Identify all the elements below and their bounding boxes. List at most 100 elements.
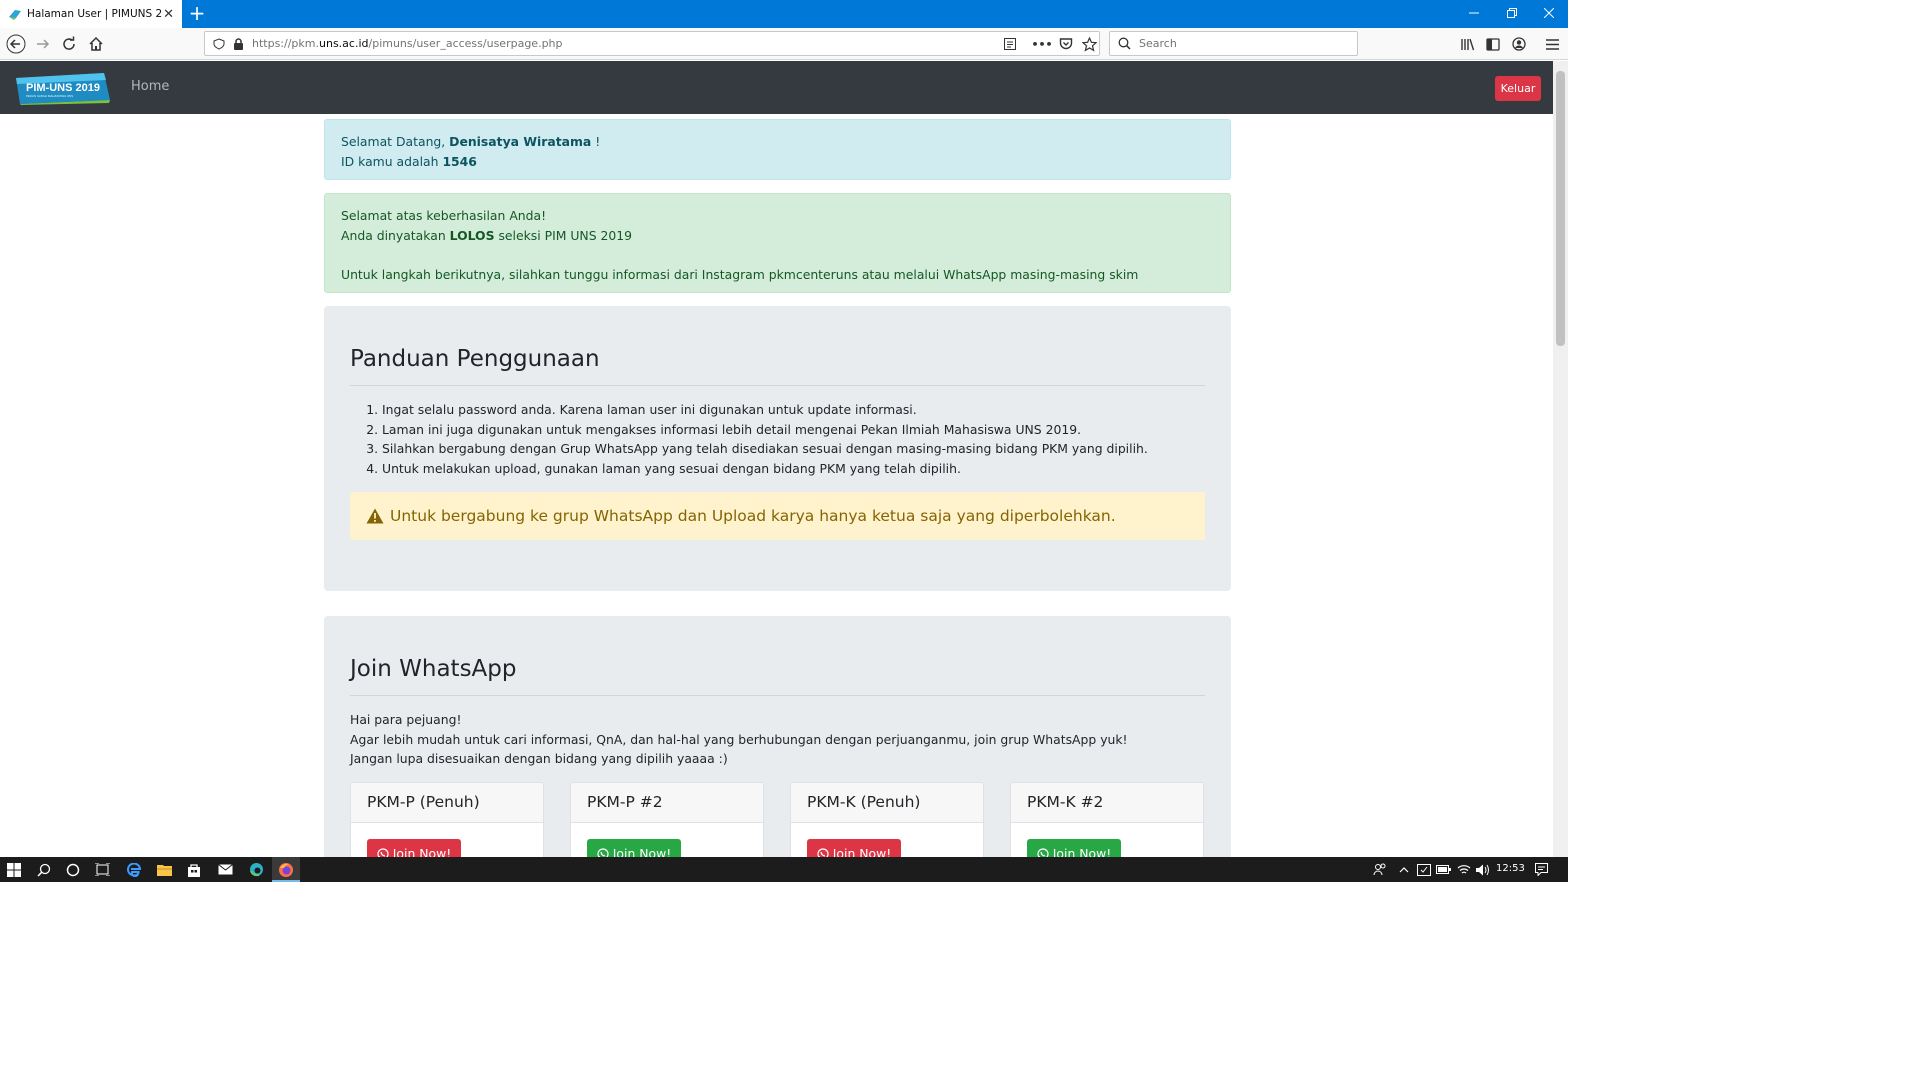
whatsapp-icon: [817, 847, 829, 857]
lock-icon[interactable]: [233, 37, 244, 50]
wifi-icon[interactable]: [1454, 860, 1474, 879]
battery-icon[interactable]: [1433, 860, 1453, 879]
join-now-button[interactable]: Join Now!: [1027, 838, 1121, 857]
people-icon[interactable]: [1370, 860, 1390, 879]
scrollbar-thumb[interactable]: [1556, 71, 1565, 346]
page-scrollbar[interactable]: [1553, 61, 1568, 857]
search-input[interactable]: Search: [1109, 31, 1358, 56]
group-card: PKM-P #2 Join Now!: [570, 781, 764, 857]
logout-button[interactable]: Keluar: [1495, 76, 1541, 101]
nav-home-link[interactable]: Home: [131, 79, 169, 94]
success-line-2: Anda dinyatakan LOLOS seleksi PIM UNS 20…: [341, 226, 1214, 246]
id-line: ID kamu adalah 1546: [341, 152, 1214, 172]
svg-text:PEKAN ILMIAH MAHASISWA UNS: PEKAN ILMIAH MAHASISWA UNS: [26, 94, 73, 98]
new-tab-button[interactable]: +: [186, 2, 208, 26]
success-line-2-prefix: Anda dinyatakan: [341, 227, 450, 243]
card-title: PKM-P (Penuh): [351, 782, 543, 823]
join-label: Join Now!: [832, 846, 892, 857]
success-alert: Selamat atas keberhasilan Anda! Anda din…: [324, 193, 1231, 293]
join-label: Join Now!: [612, 846, 672, 857]
intro-line: Agar lebih mudah untuk cari informasi, Q…: [350, 731, 1128, 747]
guide-title: Panduan Penggunaan: [350, 306, 1205, 386]
minimize-icon[interactable]: [1455, 0, 1493, 28]
shield-icon[interactable]: [213, 37, 225, 50]
url-host: uns.ac.id: [319, 37, 369, 50]
whatsapp-cards: PKM-P (Penuh) Join Now! PKM-P #2 Join No…: [350, 781, 1205, 857]
url-prefix: https://pkm.: [252, 37, 319, 50]
tablet-mode-icon[interactable]: [1414, 860, 1434, 879]
whatsapp-title: Join WhatsApp: [350, 616, 1205, 696]
whatsapp-section: Join WhatsApp Hai para pejuang! Agar leb…: [324, 616, 1231, 857]
warning-alert: Untuk bergabung ke grup WhatsApp dan Upl…: [350, 492, 1205, 540]
close-window-icon[interactable]: [1530, 0, 1568, 28]
browser-toolbar: https://pkm. uns.ac.id/pimuns/user_access…: [0, 28, 1568, 60]
search-placeholder: Search: [1139, 37, 1177, 50]
guide-item: Ingat selalu password anda. Karena laman…: [382, 400, 1205, 420]
greeting-suffix: !: [591, 134, 601, 149]
group-card: PKM-K #2 Join Now!: [1010, 781, 1204, 857]
windows-start-icon[interactable]: [4, 860, 24, 879]
guide-item: Silahkan bergabung dengan Grup WhatsApp …: [382, 439, 1205, 459]
pocket-icon[interactable]: [1054, 32, 1078, 56]
warning-icon: [366, 508, 384, 524]
tab-title: Halaman User | PIMUNS 2019: [27, 8, 163, 20]
bookmark-star-icon[interactable]: [1077, 32, 1101, 56]
mail-icon[interactable]: [215, 860, 235, 879]
cortana-icon[interactable]: [63, 860, 83, 879]
page-viewport: PIM-UNS 2019 PEKAN ILMIAH MAHASISWA UNS …: [0, 61, 1553, 857]
greeting-prefix: Selamat Datang,: [341, 134, 450, 149]
user-name: Denisatya Wiratama: [449, 134, 592, 149]
sidebar-icon[interactable]: [1481, 32, 1505, 56]
edge-legacy-icon[interactable]: [124, 860, 144, 879]
firefox-icon[interactable]: [276, 860, 296, 879]
browser-tab[interactable]: Halaman User | PIMUNS 2019 ✕: [0, 0, 182, 28]
welcome-alert: Selamat Datang, Denisatya Wiratama ! ID …: [324, 119, 1231, 180]
account-icon[interactable]: [1507, 32, 1531, 56]
brand-logo[interactable]: PIM-UNS 2019 PEKAN ILMIAH MAHASISWA UNS: [14, 72, 110, 105]
site-favicon-icon: [9, 10, 21, 20]
success-line-2-suffix: seleksi PIM UNS 2019: [494, 227, 633, 243]
card-title: PKM-K #2: [1011, 782, 1203, 823]
chevron-up-icon[interactable]: [1394, 860, 1414, 879]
whatsapp-icon: [377, 847, 389, 857]
card-title: PKM-P #2: [571, 782, 763, 823]
whatsapp-intro: Hai para pejuang! Agar lebih mudah untuk…: [350, 710, 1205, 769]
guide-section: Panduan Penggunaan Ingat selalu password…: [324, 306, 1231, 591]
store-icon[interactable]: [184, 860, 204, 879]
browser-tab-bar: Halaman User | PIMUNS 2019 ✕ +: [0, 0, 1568, 28]
restore-icon[interactable]: [1493, 0, 1531, 28]
site-navbar: PIM-UNS 2019 PEKAN ILMIAH MAHASISWA UNS …: [0, 61, 1553, 114]
tab-close-icon[interactable]: ✕: [163, 7, 174, 22]
id-prefix: ID kamu adalah: [341, 153, 443, 169]
guide-list: Ingat selalu password anda. Karena laman…: [350, 400, 1205, 478]
edge-icon[interactable]: [246, 860, 266, 879]
warning-text: Untuk bergabung ke grup WhatsApp dan Upl…: [390, 507, 1116, 525]
home-icon[interactable]: [84, 32, 108, 56]
page-actions-icon[interactable]: •••: [1030, 32, 1054, 56]
guide-item: Laman ini juga digunakan untuk mengakses…: [382, 420, 1205, 440]
menu-icon[interactable]: [1540, 32, 1564, 56]
join-now-button[interactable]: Join Now!: [367, 838, 461, 857]
forward-icon[interactable]: [31, 32, 55, 56]
success-line-1: Selamat atas keberhasilan Anda!: [341, 208, 547, 223]
join-now-button[interactable]: Join Now!: [587, 838, 681, 857]
taskbar: 12:53: [0, 857, 1568, 882]
user-id: 1546: [442, 153, 477, 169]
back-icon[interactable]: [4, 32, 28, 56]
reader-view-icon[interactable]: [998, 32, 1022, 56]
clock[interactable]: 12:53: [1496, 863, 1525, 874]
reload-icon[interactable]: [57, 32, 81, 56]
taskbar-search-icon[interactable]: [34, 860, 54, 879]
task-view-icon[interactable]: [92, 860, 112, 879]
whatsapp-icon: [597, 847, 609, 857]
address-bar[interactable]: https://pkm. uns.ac.id/pimuns/user_access…: [204, 31, 1100, 56]
group-card: PKM-P (Penuh) Join Now!: [350, 781, 544, 857]
svg-text:PIM-UNS 2019: PIM-UNS 2019: [26, 82, 100, 94]
file-explorer-icon[interactable]: [154, 860, 174, 879]
volume-icon[interactable]: [1473, 860, 1493, 879]
join-now-button[interactable]: Join Now!: [807, 838, 901, 857]
join-label: Join Now!: [392, 846, 452, 857]
library-icon[interactable]: [1455, 32, 1479, 56]
notifications-icon[interactable]: [1531, 860, 1551, 879]
